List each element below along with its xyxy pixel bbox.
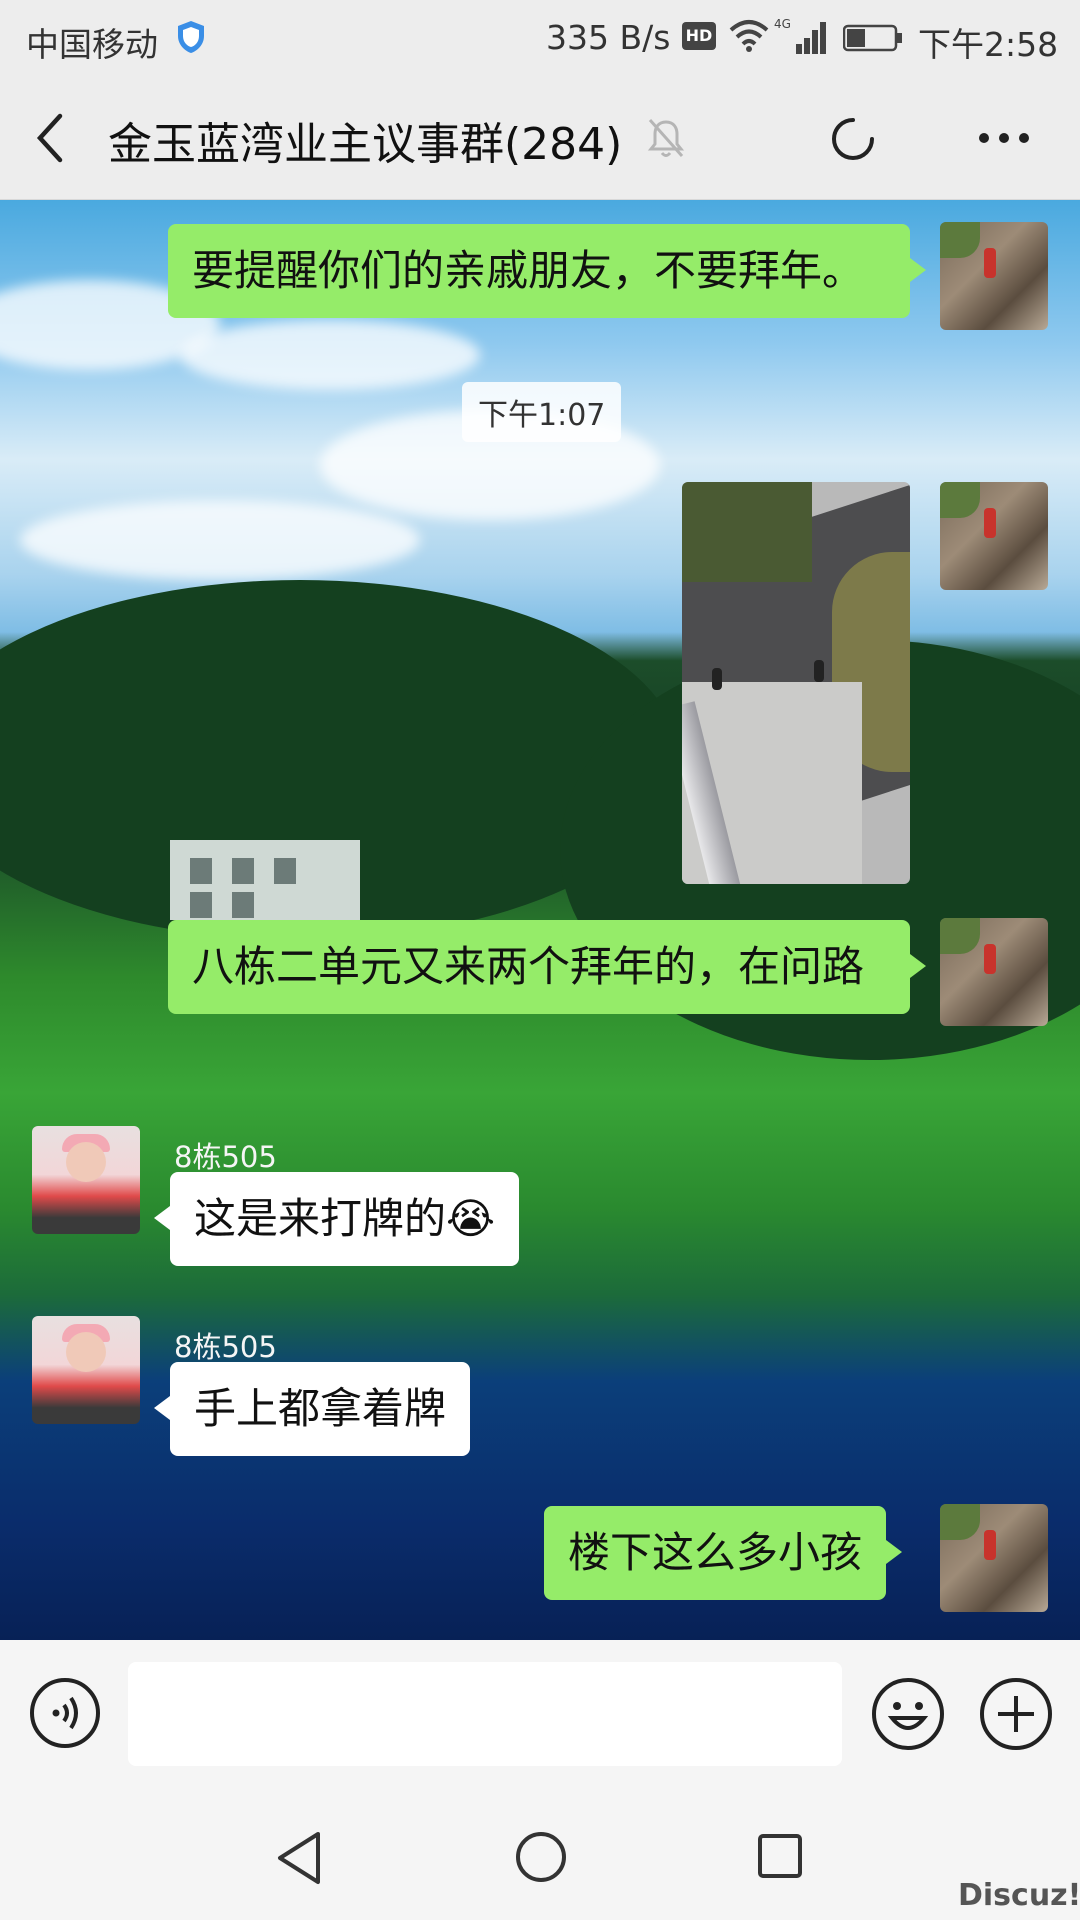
wallpaper-cloud bbox=[180, 320, 480, 390]
message-input[interactable] bbox=[128, 1662, 842, 1766]
member-avatar[interactable] bbox=[32, 1316, 140, 1424]
my-avatar[interactable] bbox=[940, 482, 1048, 590]
message-bubble-sent[interactable]: 要提醒你们的亲戚朋友，不要拜年。 bbox=[168, 224, 926, 318]
wallpaper-house bbox=[170, 840, 360, 920]
nav-back-icon[interactable] bbox=[274, 1830, 324, 1886]
sender-nickname: 8栋505 bbox=[174, 1330, 277, 1364]
net-speed-label: 335 B/s bbox=[546, 18, 671, 57]
chevron-left-icon[interactable] bbox=[30, 112, 74, 164]
message-text: 这是来打牌的😭 bbox=[194, 1194, 496, 1243]
svg-text:4G: 4G bbox=[774, 17, 791, 31]
status-bar: 中国移动 335 B/s HD 4G 下午2:58 bbox=[0, 0, 1080, 76]
message-image[interactable] bbox=[682, 482, 910, 884]
message-text: 手上都拿着牌 bbox=[194, 1384, 447, 1433]
refresh-icon[interactable] bbox=[830, 116, 876, 162]
nav-home-icon[interactable] bbox=[514, 1830, 568, 1884]
message-text: 楼下这么多小孩 bbox=[568, 1528, 863, 1577]
message-bubble-received[interactable]: 手上都拿着牌 bbox=[153, 1362, 471, 1456]
voice-icon[interactable] bbox=[28, 1676, 102, 1750]
wallpaper-cloud bbox=[20, 500, 420, 580]
chat-message-area[interactable]: 要提醒你们的亲戚朋友，不要拜年。 下午1:07 八栋二单元又来两个拜年的，在问路… bbox=[0, 200, 1080, 1640]
more-dots-icon[interactable] bbox=[976, 128, 1032, 148]
sender-nickname: 8栋505 bbox=[174, 1140, 277, 1174]
hd-badge: HD bbox=[682, 22, 716, 50]
message-bubble-sent[interactable]: 八栋二单元又来两个拜年的，在问路 bbox=[168, 920, 926, 1014]
my-avatar[interactable] bbox=[940, 1504, 1048, 1612]
signal-icon: 4G bbox=[774, 17, 826, 54]
message-bubble-received[interactable]: 这是来打牌的😭 bbox=[153, 1172, 520, 1266]
message-text: 八栋二单元又来两个拜年的，在问路 bbox=[192, 942, 865, 991]
emoji-icon[interactable] bbox=[870, 1676, 946, 1752]
message-text: 要提醒你们的亲戚朋友，不要拜年。 bbox=[192, 246, 865, 295]
message-bubble-sent[interactable]: 楼下这么多小孩 bbox=[544, 1506, 903, 1600]
system-nav-bar bbox=[0, 1780, 1080, 1920]
my-avatar[interactable] bbox=[940, 222, 1048, 330]
nav-recent-apps-icon[interactable] bbox=[756, 1832, 804, 1880]
input-bar bbox=[0, 1640, 1080, 1780]
shield-icon bbox=[178, 21, 204, 53]
carrier-label: 中国移动 bbox=[26, 25, 158, 64]
chat-header: 金玉蓝湾业主议事群(284) bbox=[0, 76, 1080, 200]
chat-title: 金玉蓝湾业主议事群(284) bbox=[108, 119, 623, 170]
wifi-icon bbox=[729, 20, 769, 52]
bell-muted-icon bbox=[647, 119, 685, 157]
my-avatar[interactable] bbox=[940, 918, 1048, 1026]
clock-label: 下午2:58 bbox=[918, 25, 1059, 64]
plus-icon[interactable] bbox=[978, 1676, 1054, 1752]
wechat-chat-screen: 中国移动 335 B/s HD 4G 下午2:58 金玉蓝湾业主议事群(284)… bbox=[0, 0, 1080, 1920]
battery-icon bbox=[843, 24, 902, 52]
watermark: Discuz! bbox=[958, 1878, 1080, 1913]
message-timestamp: 下午1:07 bbox=[462, 382, 622, 442]
member-avatar[interactable] bbox=[32, 1126, 140, 1234]
